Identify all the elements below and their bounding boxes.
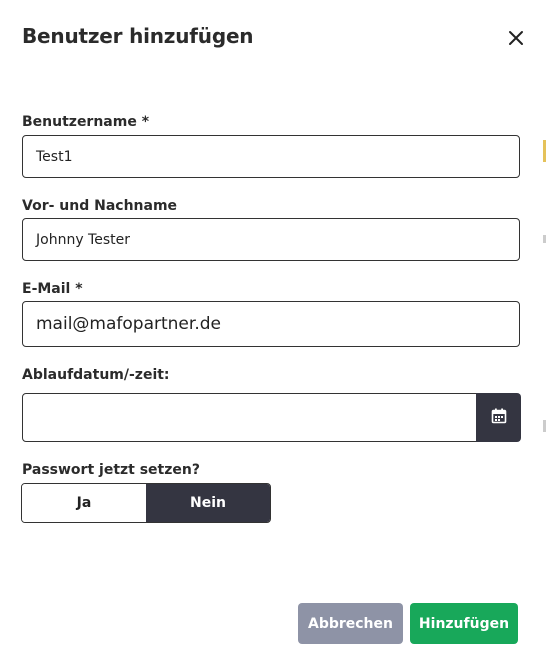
expiry-label: Ablaufdatum/-zeit: [22, 367, 170, 383]
close-icon[interactable] [504, 26, 528, 50]
password-option-nein[interactable]: Nein [146, 484, 270, 522]
password-toggle: Ja Nein [21, 483, 271, 523]
add-button[interactable]: Hinzufügen [410, 603, 518, 644]
calendar-icon [491, 408, 507, 428]
cancel-button[interactable]: Abbrechen [298, 603, 403, 644]
dialog-title: Benutzer hinzufügen [22, 24, 254, 48]
email-label: E-Mail * [22, 281, 83, 297]
username-input[interactable]: Test1 [22, 135, 520, 178]
fullname-value: Johnny Tester [36, 231, 130, 248]
fullname-input[interactable]: Johnny Tester [22, 218, 520, 261]
expiry-input[interactable] [22, 393, 477, 442]
calendar-button[interactable] [476, 393, 521, 442]
email-value: mail@mafopartner.de [36, 314, 221, 334]
email-input[interactable]: mail@mafopartner.de [22, 301, 520, 347]
username-value: Test1 [36, 148, 73, 165]
password-label: Passwort jetzt setzen? [22, 462, 200, 478]
fullname-label: Vor- und Nachname [22, 198, 178, 214]
add-user-dialog: Benutzer hinzufügen Benutzername * Test1… [0, 0, 546, 663]
username-label: Benutzername * [22, 114, 150, 130]
password-option-ja[interactable]: Ja [22, 484, 146, 522]
